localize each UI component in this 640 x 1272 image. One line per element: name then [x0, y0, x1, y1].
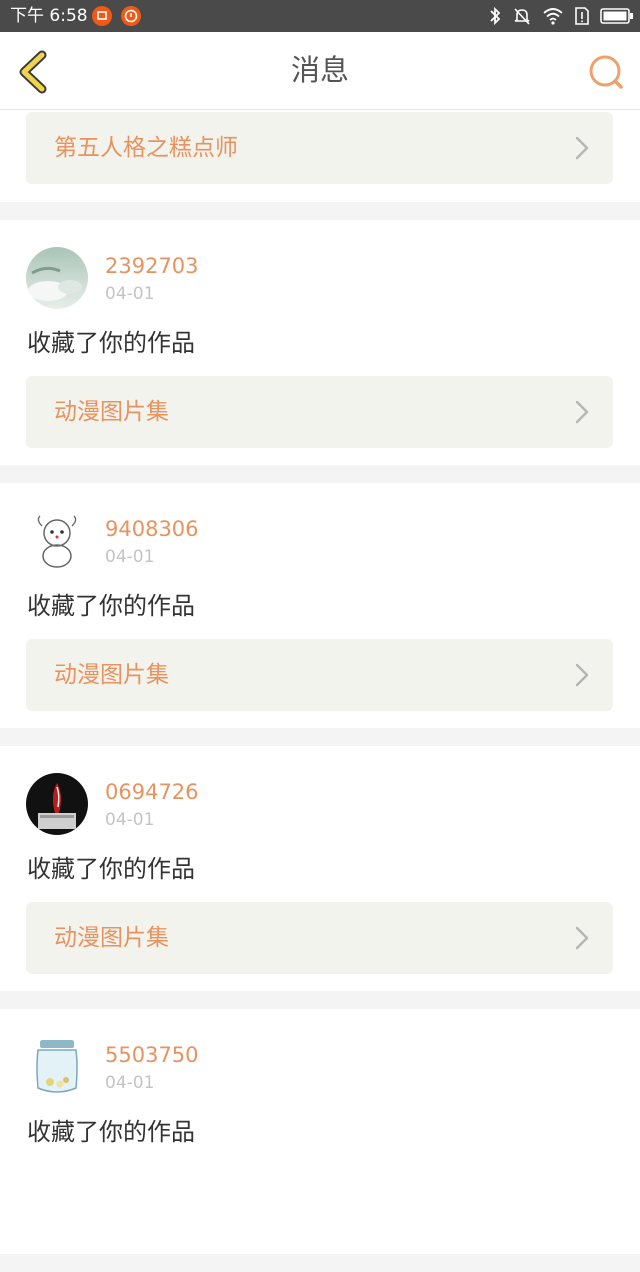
work-link[interactable]: 第五人格之糕点师 — [26, 112, 613, 184]
work-title: 动漫图片集 — [54, 662, 169, 688]
wifi-icon — [542, 7, 564, 25]
work-title: 第五人格之糕点师 — [54, 135, 238, 161]
username[interactable]: 2392703 — [105, 253, 199, 279]
status-time: 下午 6:58 — [10, 6, 88, 26]
message-action: 收藏了你的作品 — [27, 1118, 195, 1146]
message-card: 2392703 04-01 收藏了你的作品 动漫图片集 — [0, 220, 640, 465]
message-date: 04-01 — [105, 547, 155, 567]
page-title: 消息 — [290, 53, 349, 87]
message-action: 收藏了你的作品 — [27, 329, 195, 357]
work-link[interactable]: 动漫图片集 — [26, 376, 613, 448]
message-card: 5503750 04-01 收藏了你的作品 — [0, 1009, 640, 1254]
avatar[interactable] — [26, 247, 88, 309]
search-icon[interactable] — [586, 52, 626, 92]
work-title: 动漫图片集 — [54, 925, 169, 951]
notification-alert-icon — [121, 6, 141, 26]
message-date: 04-01 — [105, 810, 155, 830]
work-title: 动漫图片集 — [54, 399, 169, 425]
message-action: 收藏了你的作品 — [27, 855, 195, 883]
chevron-right-icon — [575, 926, 589, 950]
message-list: 第五人格之糕点师 2392703 04-01 收藏了你的作品 动漫图片集 940… — [0, 110, 640, 1272]
sim-alert-icon — [574, 6, 590, 26]
chevron-right-icon — [575, 136, 589, 160]
chevron-right-icon — [575, 663, 589, 687]
message-date: 04-01 — [105, 284, 155, 304]
silent-bell-icon — [512, 6, 532, 26]
username[interactable]: 5503750 — [105, 1042, 199, 1068]
message-date: 04-01 — [105, 1073, 155, 1093]
username[interactable]: 9408306 — [105, 516, 199, 542]
message-card: 第五人格之糕点师 — [0, 110, 640, 202]
work-link[interactable]: 动漫图片集 — [26, 639, 613, 711]
battery-icon — [600, 7, 634, 25]
avatar[interactable] — [26, 773, 88, 835]
nav-bar: 消息 — [0, 32, 640, 110]
bluetooth-icon — [488, 6, 502, 26]
chevron-right-icon — [575, 400, 589, 424]
status-bar: 下午 6:58 — [0, 0, 640, 32]
message-card: 0694726 04-01 收藏了你的作品 动漫图片集 — [0, 746, 640, 991]
status-icons — [488, 4, 634, 28]
message-action: 收藏了你的作品 — [27, 592, 195, 620]
avatar[interactable] — [26, 510, 88, 572]
message-card: 9408306 04-01 收藏了你的作品 动漫图片集 — [0, 483, 640, 728]
username[interactable]: 0694726 — [105, 779, 199, 805]
avatar[interactable] — [26, 1036, 88, 1098]
work-link[interactable]: 动漫图片集 — [26, 902, 613, 974]
notification-app-icon — [92, 6, 112, 26]
